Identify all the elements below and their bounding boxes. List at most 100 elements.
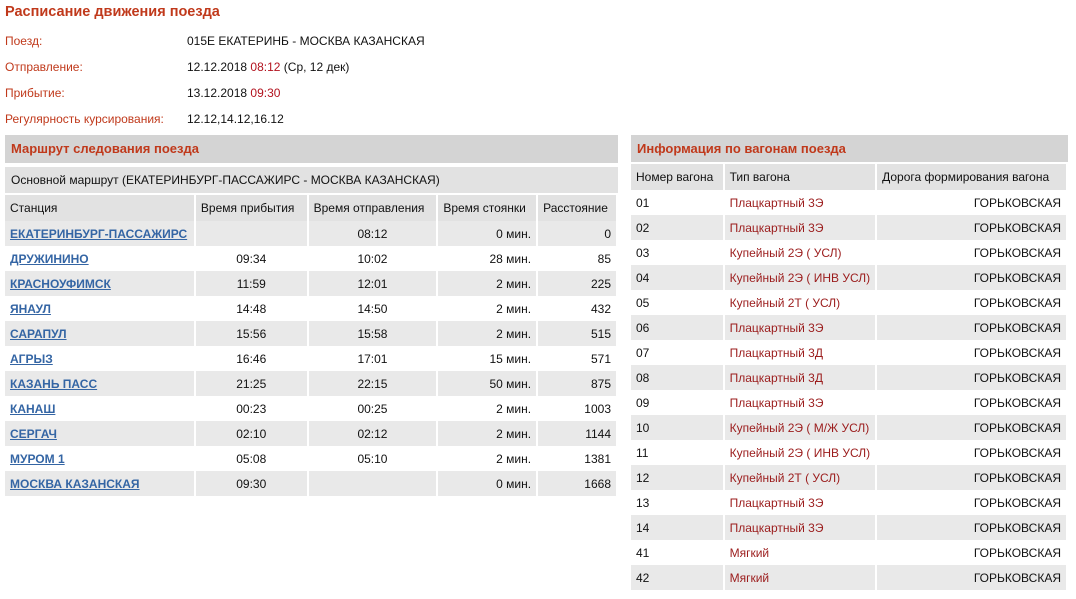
route-station-link[interactable]: ЯНАУЛ xyxy=(10,302,51,316)
route-distance-cell: 432 xyxy=(537,296,618,321)
route-panel-title: Маршрут следования поезда xyxy=(5,135,618,163)
route-station-link[interactable]: КРАСНОУФИМСК xyxy=(10,277,111,291)
route-station-link[interactable]: ЕКАТЕРИНБУРГ-ПАССАЖИРС xyxy=(10,227,187,241)
route-station-link-cell: МОСКВА КАЗАНСКАЯ xyxy=(5,471,196,496)
departure-value: 12.12.2018 08:12 (Ср, 12 дек) xyxy=(187,57,349,77)
wagon-row: 12 Купейный 2Т ( УСЛ) ГОРЬКОВСКАЯ xyxy=(631,465,1068,490)
route-arrival-cell: 14:48 xyxy=(194,296,309,321)
route-stop-cell: 2 мин. xyxy=(437,446,539,471)
route-departure-cell: 15:58 xyxy=(307,321,439,346)
route-row: ЕКАТЕРИНБУРГ-ПАССАЖИРС 08:12 0 мин. 0 xyxy=(5,221,618,246)
route-arrival-cell: 05:08 xyxy=(194,446,309,471)
wagon-row: 11 Купейный 2Э ( ИНВ УСЛ) ГОРЬКОВСКАЯ xyxy=(631,440,1068,465)
route-row: САРАПУЛ 15:56 15:58 2 мин. 515 xyxy=(5,321,618,346)
route-station-link-cell: КАНАШ xyxy=(5,396,196,421)
route-row: СЕРГАЧ 02:10 02:12 2 мин. 1144 xyxy=(5,421,618,446)
wagon-road: ГОРЬКОВСКАЯ xyxy=(876,565,1068,590)
route-distance-cell: 1381 xyxy=(537,446,618,471)
col-arrival: Время прибытия xyxy=(194,193,309,221)
route-station-link[interactable]: КАНАШ xyxy=(10,402,55,416)
arrival-info-row: Прибытие: 13.12.2018 09:30 xyxy=(5,83,605,103)
wagon-row: 07 Плацкартный 3Д ГОРЬКОВСКАЯ xyxy=(631,340,1068,365)
route-station-link-cell: АГРЫЗ xyxy=(5,346,196,371)
route-departure-cell: 10:02 xyxy=(307,246,439,271)
route-station-link-cell: ДРУЖИНИНО xyxy=(5,246,196,271)
wagon-type: Мягкий xyxy=(723,565,878,590)
wagon-number: 03 xyxy=(631,240,725,265)
route-row: КАНАШ 00:23 00:25 2 мин. 1003 xyxy=(5,396,618,421)
route-station-link-cell: КРАСНОУФИМСК xyxy=(5,271,196,296)
wagon-row: 41 Мягкий ГОРЬКОВСКАЯ xyxy=(631,540,1068,565)
wagon-number: 12 xyxy=(631,465,725,490)
route-arrival-cell: 09:34 xyxy=(194,246,309,271)
departure-time: 08:12 xyxy=(250,60,281,74)
route-departure-cell: 12:01 xyxy=(307,271,439,296)
route-stop-cell: 50 мин. xyxy=(437,371,539,396)
route-stop-cell: 0 мин. xyxy=(437,471,539,496)
route-stop-cell: 2 мин. xyxy=(437,321,539,346)
route-station-link[interactable]: КАЗАНЬ ПАСС xyxy=(10,377,97,391)
wagon-row: 01 Плацкартный 3Э ГОРЬКОВСКАЯ xyxy=(631,190,1068,215)
wagon-row: 14 Плацкартный 3Э ГОРЬКОВСКАЯ xyxy=(631,515,1068,540)
route-station-link-cell: МУРОМ 1 xyxy=(5,446,196,471)
route-row: КРАСНОУФИМСК 11:59 12:01 2 мин. 225 xyxy=(5,271,618,296)
wagon-road: ГОРЬКОВСКАЯ xyxy=(876,440,1068,465)
route-station-link[interactable]: САРАПУЛ xyxy=(10,327,67,341)
wagon-road: ГОРЬКОВСКАЯ xyxy=(876,540,1068,565)
wagon-road: ГОРЬКОВСКАЯ xyxy=(876,465,1068,490)
route-station-link[interactable]: ДРУЖИНИНО xyxy=(10,252,89,266)
wagon-type: Плацкартный 3Д xyxy=(723,340,878,365)
train-value: 015Е ЕКАТЕРИНБ - МОСКВА КАЗАНСКАЯ xyxy=(187,34,425,48)
wagon-road: ГОРЬКОВСКАЯ xyxy=(876,490,1068,515)
route-table: Станция Время прибытия Время отправления… xyxy=(5,193,618,496)
route-station-link[interactable]: АГРЫЗ xyxy=(10,352,53,366)
wagon-row: 09 Плацкартный 3Э ГОРЬКОВСКАЯ xyxy=(631,390,1068,415)
route-stop-cell: 2 мин. xyxy=(437,296,539,321)
route-station-link-cell: САРАПУЛ xyxy=(5,321,196,346)
route-arrival-cell: 02:10 xyxy=(194,421,309,446)
wagon-type: Купейный 2Э ( М/Ж УСЛ) xyxy=(723,415,878,440)
wagon-row: 08 Плацкартный 3Д ГОРЬКОВСКАЯ xyxy=(631,365,1068,390)
page-title: Расписание движения поезда xyxy=(5,4,220,20)
col-wagon-number: Номер вагона xyxy=(631,162,725,190)
route-row: АГРЫЗ 16:46 17:01 15 мин. 571 xyxy=(5,346,618,371)
route-station-link[interactable]: МОСКВА КАЗАНСКАЯ xyxy=(10,477,140,491)
wagon-type: Плацкартный 3Э xyxy=(723,390,878,415)
wagon-table: Номер вагона Тип вагона Дорога формирова… xyxy=(631,162,1068,590)
route-station-link[interactable]: СЕРГАЧ xyxy=(10,427,57,441)
wagon-type: Мягкий xyxy=(723,540,878,565)
wagon-row: 06 Плацкартный 3Э ГОРЬКОВСКАЯ xyxy=(631,315,1068,340)
route-departure-cell: 02:12 xyxy=(307,421,439,446)
route-row: МОСКВА КАЗАНСКАЯ 09:30 0 мин. 1668 xyxy=(5,471,618,496)
wagon-type: Плацкартный 3Э xyxy=(723,190,878,215)
wagon-type: Плацкартный 3Э xyxy=(723,490,878,515)
wagon-road: ГОРЬКОВСКАЯ xyxy=(876,265,1068,290)
route-distance-cell: 0 xyxy=(537,221,618,246)
wagon-road: ГОРЬКОВСКАЯ xyxy=(876,515,1068,540)
route-stop-cell: 2 мин. xyxy=(437,271,539,296)
col-departure: Время отправления xyxy=(307,193,439,221)
wagon-row: 02 Плацкартный 3Э ГОРЬКОВСКАЯ xyxy=(631,215,1068,240)
route-distance-cell: 1144 xyxy=(537,421,618,446)
route-station-link[interactable]: МУРОМ 1 xyxy=(10,452,65,466)
wagon-type: Купейный 2Э ( ИНВ УСЛ) xyxy=(723,440,878,465)
wagon-number: 07 xyxy=(631,340,725,365)
wagon-number: 41 xyxy=(631,540,725,565)
route-stop-cell: 15 мин. xyxy=(437,346,539,371)
arrival-time: 09:30 xyxy=(250,86,281,100)
wagon-row: 10 Купейный 2Э ( М/Ж УСЛ) ГОРЬКОВСКАЯ xyxy=(631,415,1068,440)
route-arrival-cell: 11:59 xyxy=(194,271,309,296)
route-row: ЯНАУЛ 14:48 14:50 2 мин. 432 xyxy=(5,296,618,321)
route-row: ДРУЖИНИНО 09:34 10:02 28 мин. 85 xyxy=(5,246,618,271)
wagon-type: Купейный 2Э ( УСЛ) xyxy=(723,240,878,265)
route-station-link-cell: ЕКАТЕРИНБУРГ-ПАССАЖИРС xyxy=(5,221,196,246)
wagon-row: 03 Купейный 2Э ( УСЛ) ГОРЬКОВСКАЯ xyxy=(631,240,1068,265)
route-station-link-cell: СЕРГАЧ xyxy=(5,421,196,446)
col-stop: Время стоянки xyxy=(437,193,539,221)
wagon-road: ГОРЬКОВСКАЯ xyxy=(876,340,1068,365)
wagon-road: ГОРЬКОВСКАЯ xyxy=(876,415,1068,440)
wagon-number: 08 xyxy=(631,365,725,390)
col-distance: Расстояние xyxy=(537,193,618,221)
route-departure-cell: 17:01 xyxy=(307,346,439,371)
train-label: Поезд: xyxy=(5,34,43,48)
